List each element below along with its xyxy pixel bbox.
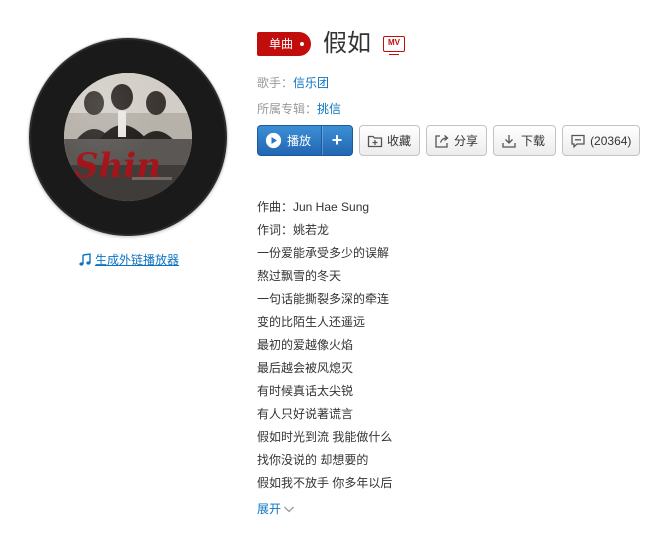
- expand-label: 展开: [257, 502, 282, 516]
- download-icon: [502, 134, 516, 148]
- singer-label: 歌手：: [257, 76, 294, 90]
- lyric-line: 有时候真话太尖锐: [257, 384, 354, 398]
- action-buttons: 播放 + 收藏 分享 下载 (20364): [257, 125, 641, 156]
- generate-external-player-label: 生成外链播放器: [95, 253, 180, 267]
- lyric-line: 一份爱能承受多少的误解: [257, 246, 390, 260]
- lyric-line: 作词：姚若龙: [257, 223, 330, 237]
- folder-plus-icon: [367, 135, 383, 147]
- lyric-line: 假如时光到流 我能做什么: [257, 430, 393, 444]
- lyric-line: 熬过飘雪的冬天: [257, 269, 342, 283]
- single-tag-label: 单曲: [269, 37, 294, 51]
- comment-count: (20364): [590, 133, 632, 148]
- play-icon: [265, 132, 282, 149]
- lyric-line: 假如我不放手 你多年以后: [257, 476, 393, 490]
- lyric-line: 变的比陌生人还遥远: [257, 315, 366, 329]
- lyric-line: 一句话能撕裂多深的牵连: [257, 292, 390, 306]
- single-tag: 单曲: [257, 32, 312, 56]
- collect-button[interactable]: 收藏: [359, 125, 421, 156]
- collect-button-label: 收藏: [387, 134, 412, 148]
- tag-dot-icon: [300, 42, 305, 46]
- play-button[interactable]: 播放: [258, 126, 321, 155]
- album-cover-image: Shin: [64, 73, 192, 201]
- chevron-down-icon: [284, 506, 294, 512]
- share-button[interactable]: 分享: [426, 125, 488, 156]
- mv-icon[interactable]: MV: [383, 36, 406, 55]
- play-button-group: 播放 +: [257, 125, 354, 156]
- play-button-label: 播放: [287, 134, 312, 148]
- lyric-line: 作曲：Jun Hae Sung: [257, 200, 370, 214]
- album-link[interactable]: 挑信: [317, 102, 341, 116]
- download-button-label: 下载: [521, 134, 546, 148]
- lyric-line: 找你没说的 却想要的: [257, 453, 369, 467]
- singer-row: 歌手：信乐团: [257, 74, 329, 92]
- download-button[interactable]: 下载: [493, 125, 557, 156]
- share-button-label: 分享: [454, 134, 479, 148]
- share-icon: [435, 134, 449, 148]
- music-note-icon: [79, 252, 91, 266]
- album-label: 所属专辑：: [257, 102, 318, 116]
- album-cover-vinyl: Shin: [29, 38, 227, 236]
- comment-button[interactable]: (20364): [562, 125, 641, 156]
- lyric-line: 最后越会被风熄灭: [257, 361, 354, 375]
- song-title: 假如: [323, 30, 372, 57]
- lyric-line: 最初的爱越像火焰: [257, 338, 354, 352]
- lyrics-block: 作曲：Jun Hae Sung 作词：姚若龙 一份爱能承受多少的误解 熬过飘雪的…: [257, 196, 637, 495]
- lyric-line: 有人只好说著谎言: [257, 407, 354, 421]
- singer-link[interactable]: 信乐团: [293, 76, 329, 90]
- generate-external-player-link[interactable]: 生成外链播放器: [78, 251, 179, 268]
- expand-lyrics-button[interactable]: 展开: [257, 500, 295, 517]
- album-row: 所属专辑：挑信: [257, 100, 341, 118]
- comment-icon: [571, 134, 585, 148]
- song-header: 单曲 假如 MV: [257, 30, 406, 58]
- add-to-playlist-button[interactable]: +: [321, 126, 352, 155]
